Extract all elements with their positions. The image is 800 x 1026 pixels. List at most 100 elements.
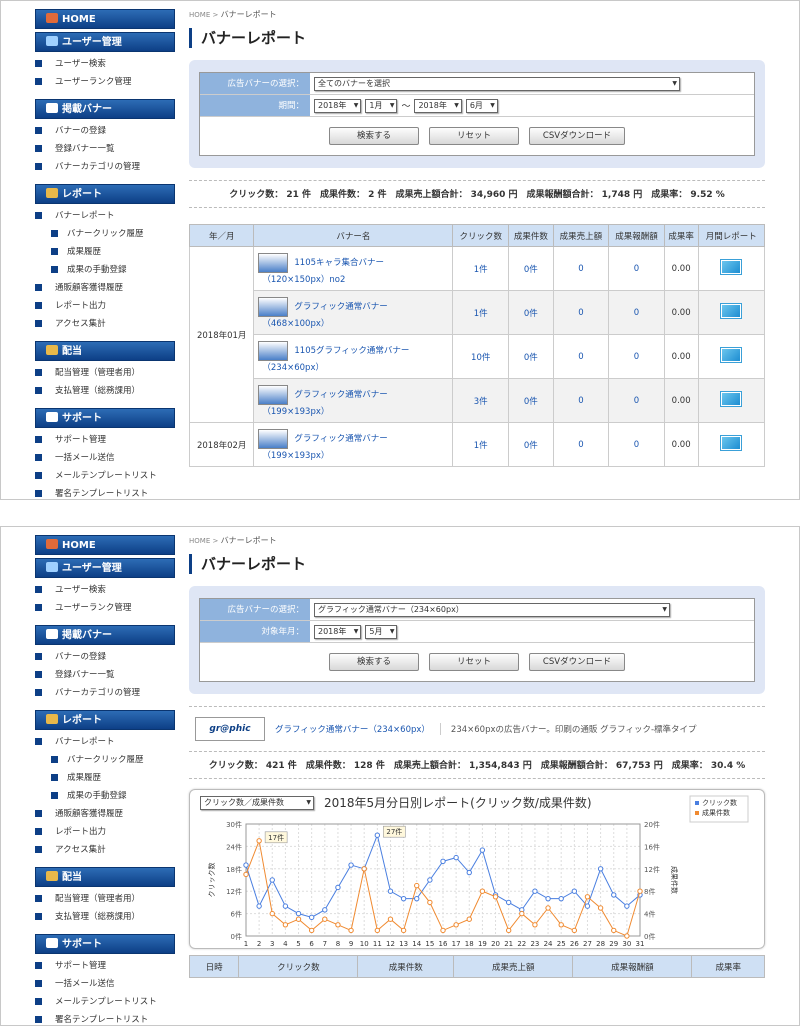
- csv-download-button[interactable]: CSVダウンロード: [529, 653, 625, 671]
- banner-select[interactable]: グラフィック通常バナー（234×60px）: [314, 602, 670, 617]
- sales-cell[interactable]: 0: [552, 290, 610, 335]
- sidebar-item-payout-0[interactable]: 配当管理（管理者用）: [35, 364, 175, 382]
- banner-name-link[interactable]: グラフィック通常バナー: [294, 434, 387, 444]
- sidebar-item-banner-1[interactable]: 登録バナー一覧: [35, 140, 175, 158]
- clicks-cell[interactable]: 10件: [452, 334, 509, 379]
- banner-name-link[interactable]: グラフィック通常バナー: [294, 390, 387, 400]
- clicks-cell[interactable]: 3件: [452, 378, 509, 423]
- sales-cell[interactable]: 0: [552, 334, 610, 379]
- banner-name-link[interactable]: グラフィック通常バナー: [294, 302, 387, 312]
- results-cell[interactable]: 0件: [507, 422, 554, 467]
- reward-cell[interactable]: 0: [608, 378, 665, 423]
- sidebar-report[interactable]: レポート: [35, 184, 175, 204]
- to-month-select[interactable]: 6月: [465, 98, 498, 113]
- clicks-cell[interactable]: 1件: [452, 422, 509, 467]
- sidebar-support[interactable]: サポート: [35, 934, 175, 954]
- banner-size: （199×193px）: [262, 450, 330, 461]
- sidebar-home[interactable]: HOME: [35, 535, 175, 555]
- sidebar-item-user-1[interactable]: ユーザーランク管理: [35, 599, 175, 617]
- results-cell[interactable]: 0件: [507, 290, 554, 335]
- data-point-1: [558, 922, 564, 928]
- csv-download-button[interactable]: CSVダウンロード: [529, 127, 625, 145]
- sales-cell[interactable]: 0: [552, 422, 610, 467]
- sidebar-subitem-report-2[interactable]: 成果の手動登録: [35, 787, 175, 805]
- banner-name-link[interactable]: 1105グラフィック通常バナー: [294, 346, 409, 356]
- sales-cell[interactable]: 0: [552, 246, 610, 291]
- sidebar-support[interactable]: サポート: [35, 408, 175, 428]
- sidebar-subitem-report-0[interactable]: バナークリック履歴: [35, 751, 175, 769]
- sidebar-item-report-0[interactable]: バナーレポート: [35, 733, 175, 751]
- sidebar-item-report2-0[interactable]: 通販顧客獲得履歴: [35, 805, 175, 823]
- sidebar-banner-mgmt[interactable]: 掲載バナー: [35, 625, 175, 645]
- results-cell[interactable]: 0件: [507, 334, 554, 379]
- sidebar-item-report2-2[interactable]: アクセス集計: [35, 841, 175, 859]
- sidebar-subitem-report-0[interactable]: バナークリック履歴: [35, 225, 175, 243]
- reward-cell[interactable]: 0: [608, 422, 665, 467]
- sidebar-item-banner-1[interactable]: 登録バナー一覧: [35, 666, 175, 684]
- sales-cell[interactable]: 0: [552, 378, 610, 423]
- search-button[interactable]: 検索する: [329, 127, 419, 145]
- search-button[interactable]: 検索する: [329, 653, 419, 671]
- sidebar-item-report-0[interactable]: バナーレポート: [35, 207, 175, 225]
- results-cell[interactable]: 0件: [507, 378, 554, 423]
- sidebar-item-support-3[interactable]: 署名テンプレートリスト: [35, 485, 175, 499]
- reward-cell[interactable]: 0: [608, 246, 665, 291]
- sidebar-item-banner-0[interactable]: バナーの登録: [35, 648, 175, 666]
- sidebar-report[interactable]: レポート: [35, 710, 175, 730]
- sidebar-payout[interactable]: 配当: [35, 341, 175, 361]
- breadcrumb-home[interactable]: HOME: [189, 11, 210, 19]
- data-point-1: [571, 927, 578, 934]
- sidebar-item-support-1[interactable]: 一括メール送信: [35, 449, 175, 467]
- sidebar-home[interactable]: HOME: [35, 9, 175, 29]
- monthly-report-cell: [697, 246, 766, 291]
- sidebar-item-report2-1[interactable]: レポート出力: [35, 823, 175, 841]
- sidebar-item-user-1[interactable]: ユーザーランク管理: [35, 73, 175, 91]
- reset-button[interactable]: リセット: [429, 127, 519, 145]
- sidebar-item-support-3-label: 署名テンプレートリスト: [55, 1015, 149, 1025]
- banner-name-link[interactable]: グラフィック通常バナー（234×60px）: [275, 723, 430, 735]
- chart-icon[interactable]: [721, 304, 742, 318]
- sidebar-item-banner-2[interactable]: バナーカテゴリの管理: [35, 684, 175, 702]
- sidebar-item-payout-0[interactable]: 配当管理（管理者用）: [35, 890, 175, 908]
- sidebar-user-mgmt[interactable]: ユーザー管理: [35, 32, 175, 52]
- reset-button[interactable]: リセット: [429, 653, 519, 671]
- chart-icon[interactable]: [721, 348, 742, 362]
- month-select[interactable]: 5月: [365, 624, 398, 639]
- sidebar-item-banner-0[interactable]: バナーの登録: [35, 122, 175, 140]
- sidebar-item-support-1[interactable]: 一括メール送信: [35, 975, 175, 993]
- sidebar-item-support-3[interactable]: 署名テンプレートリスト: [35, 1011, 175, 1025]
- sidebar-item-support-2[interactable]: メールテンプレートリスト: [35, 467, 175, 485]
- chart-icon[interactable]: [721, 260, 742, 274]
- breadcrumb-home[interactable]: HOME: [189, 537, 210, 545]
- sidebar-item-support-0[interactable]: サポート管理: [35, 431, 175, 449]
- chart-icon[interactable]: [721, 436, 742, 450]
- reward-cell[interactable]: 0: [608, 290, 665, 335]
- sidebar-item-support-2[interactable]: メールテンプレートリスト: [35, 993, 175, 1011]
- banner-name-link[interactable]: 1105キャラ集合バナー: [294, 258, 384, 268]
- sidebar-subitem-report-2[interactable]: 成果の手動登録: [35, 261, 175, 279]
- sidebar-subitem-report-1[interactable]: 成果履歴: [35, 243, 175, 261]
- from-month-select[interactable]: 1月: [365, 98, 398, 113]
- sidebar-payout[interactable]: 配当: [35, 867, 175, 887]
- sidebar-user-mgmt[interactable]: ユーザー管理: [35, 558, 175, 578]
- sidebar-subitem-report-1[interactable]: 成果履歴: [35, 769, 175, 787]
- chart-icon[interactable]: [721, 392, 742, 406]
- clicks-cell[interactable]: 1件: [452, 290, 509, 335]
- sidebar-item-report2-2[interactable]: アクセス集計: [35, 315, 175, 333]
- from-year-select[interactable]: 2018年: [314, 98, 362, 113]
- results-cell[interactable]: 0件: [507, 246, 554, 291]
- sidebar-item-support-0[interactable]: サポート管理: [35, 957, 175, 975]
- sidebar-item-payout-1[interactable]: 支払管理（総務課用）: [35, 908, 175, 926]
- sidebar-item-banner-2[interactable]: バナーカテゴリの管理: [35, 158, 175, 176]
- sidebar-item-payout-1[interactable]: 支払管理（総務課用）: [35, 382, 175, 400]
- sidebar-item-report2-0[interactable]: 通販顧客獲得履歴: [35, 279, 175, 297]
- clicks-cell[interactable]: 1件: [452, 246, 509, 291]
- banner-select[interactable]: 全てのバナーを選択: [314, 76, 680, 91]
- sidebar-item-user-0[interactable]: ユーザー検索: [35, 581, 175, 599]
- sidebar-item-report2-1[interactable]: レポート出力: [35, 297, 175, 315]
- sidebar-item-user-0[interactable]: ユーザー検索: [35, 55, 175, 73]
- sidebar-banner-mgmt[interactable]: 掲載バナー: [35, 99, 175, 119]
- year-select[interactable]: 2018年: [314, 624, 362, 639]
- reward-cell[interactable]: 0: [608, 334, 665, 379]
- to-year-select[interactable]: 2018年: [414, 98, 462, 113]
